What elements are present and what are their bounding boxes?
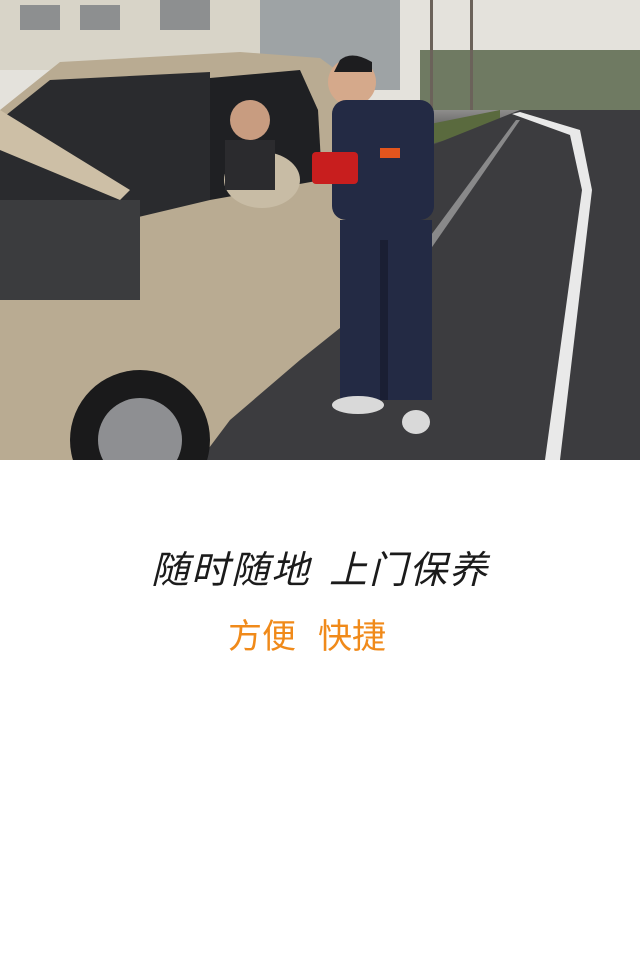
- hero-photo: [0, 0, 640, 460]
- page: 随时随地 上门保养 方便 快捷: [0, 0, 640, 960]
- tagline-fast: 快捷: [318, 617, 386, 657]
- slogan-line: 随时随地 上门保养: [0, 540, 640, 600]
- tagline-convenient: 方便: [228, 617, 296, 657]
- roadside-car-service-photo-icon: [0, 0, 640, 460]
- slogan-part-home-service: 上门保养: [329, 548, 490, 592]
- slogan-part-anytime: 随时随地: [150, 548, 311, 592]
- tagline: 方便 快捷: [0, 612, 614, 662]
